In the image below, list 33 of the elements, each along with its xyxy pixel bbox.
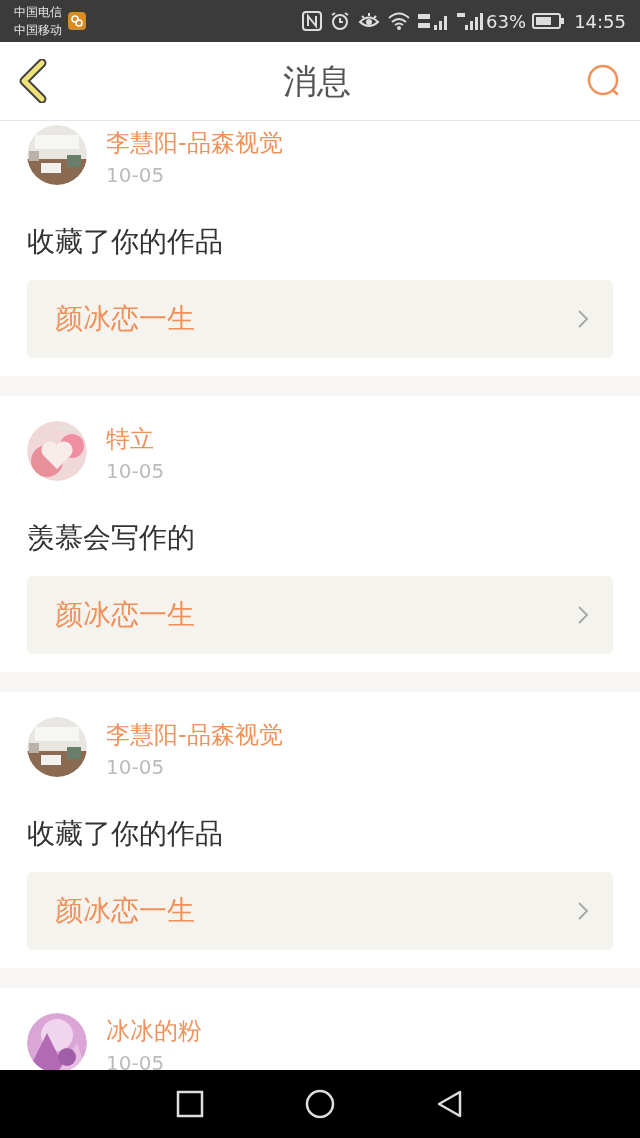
nfc-icon [302, 11, 323, 31]
message-text: 收藏了你的作品 [27, 225, 224, 259]
clock: 14:55 [574, 9, 626, 34]
chevron-right-icon [577, 901, 589, 921]
alarm-icon [330, 11, 351, 31]
message-date: 10-05 [106, 1050, 166, 1070]
message-date: 10-05 [106, 458, 165, 485]
message-date: 10-05 [106, 754, 166, 781]
battery-icon [532, 13, 565, 29]
work-link[interactable]: 颜冰恋一生 [27, 280, 613, 358]
message-text: 羡慕会写作的 [27, 521, 196, 555]
wifi-icon [388, 12, 411, 30]
signal-icon [456, 11, 485, 31]
sender-name[interactable]: 李慧阳-品森视觉 [106, 127, 283, 159]
chevron-right-icon [577, 605, 589, 625]
sender-name[interactable]: 李慧阳-品森视觉 [106, 719, 283, 751]
message-text: 收藏了你的作品 [27, 817, 224, 851]
home-icon[interactable] [304, 1088, 336, 1120]
sender-name[interactable]: 特立 [106, 423, 165, 455]
work-link[interactable]: 颜冰恋一生 [27, 872, 613, 950]
work-link[interactable]: 颜冰恋一生 [27, 576, 613, 654]
carrier-name: 中国移动 [14, 22, 62, 39]
app-notification-icon [68, 12, 86, 30]
back-icon[interactable] [18, 59, 48, 103]
sender-name[interactable]: 冰冰的粉 [106, 1015, 202, 1047]
carrier-name: 中国电信 [14, 4, 62, 21]
battery-percentage: 63% [486, 9, 527, 34]
page-title: 消息 [283, 59, 351, 103]
chevron-right-icon [577, 309, 589, 329]
eye-icon [358, 12, 381, 30]
recents-icon[interactable] [176, 1090, 204, 1118]
message-date: 10-05 [106, 162, 166, 189]
back-icon[interactable] [436, 1089, 464, 1119]
